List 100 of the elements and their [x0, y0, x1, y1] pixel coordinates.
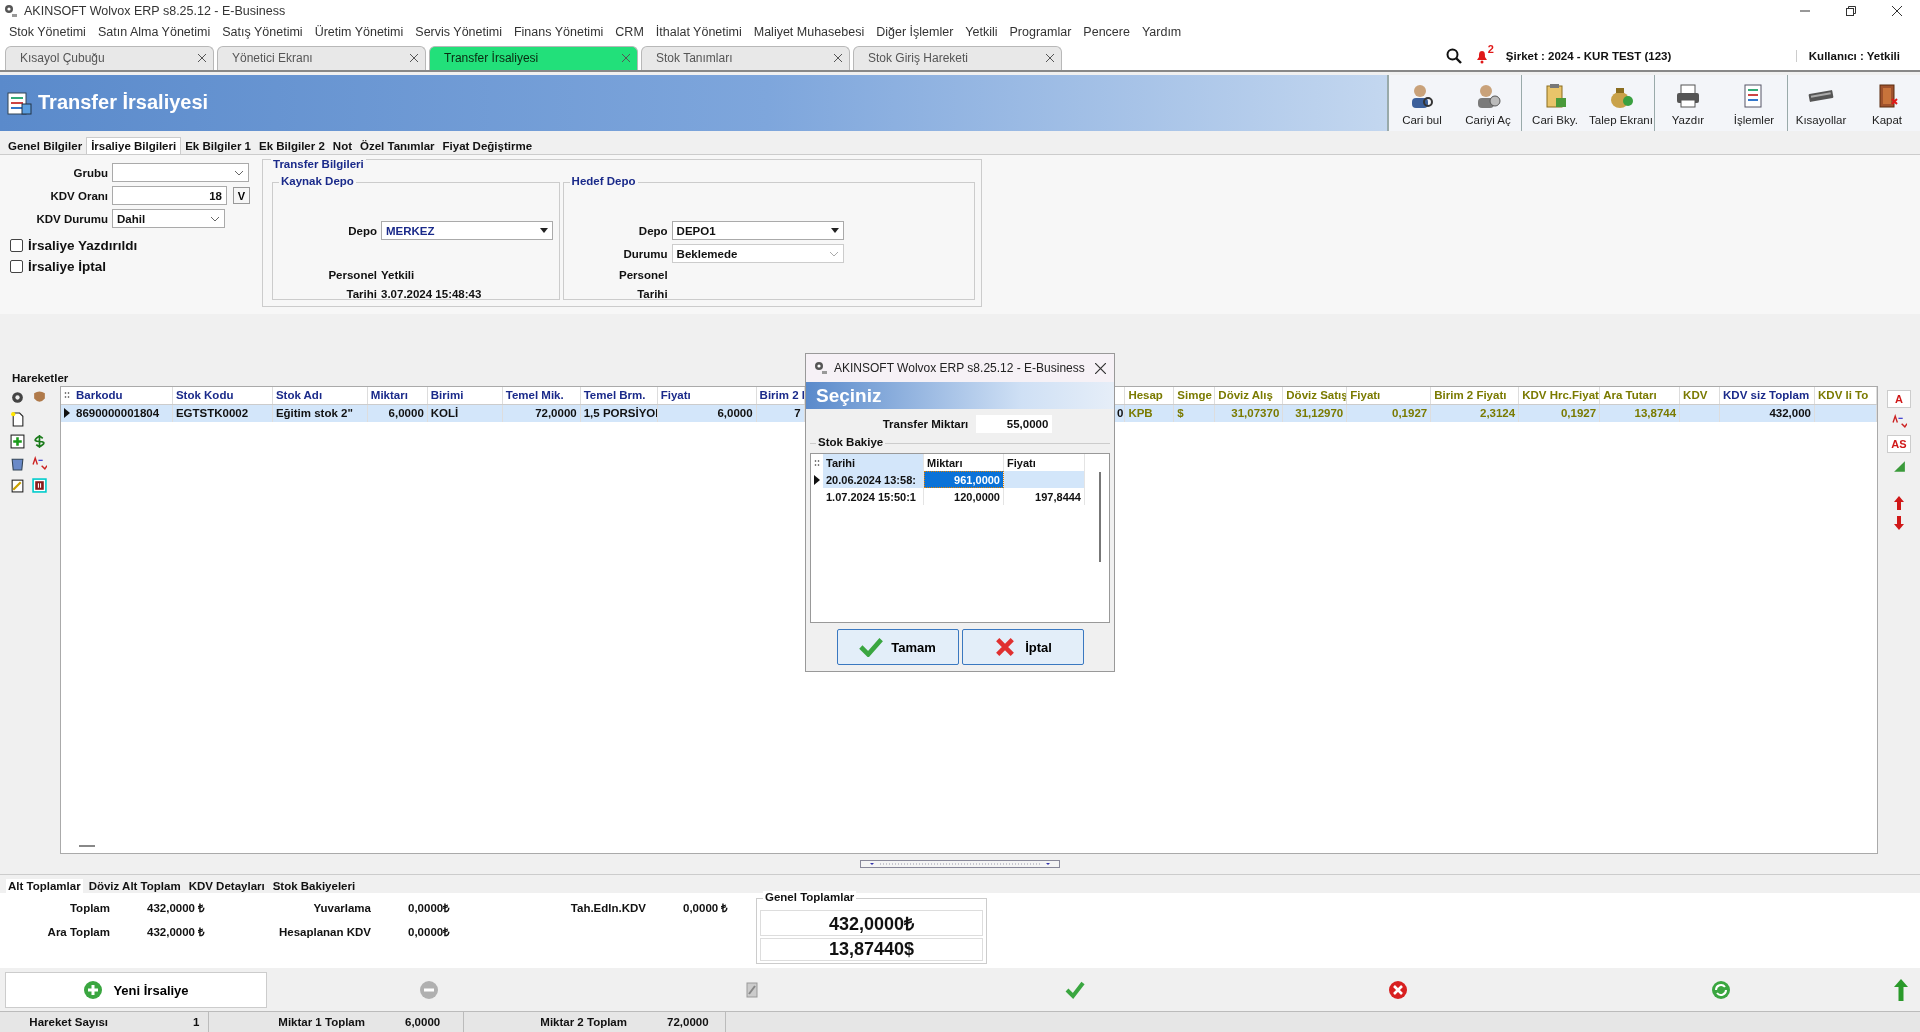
column-header[interactable]: Birimi: [427, 386, 503, 404]
cancel-button[interactable]: İptal: [961, 629, 1084, 665]
section-tab[interactable]: İrsaliye Bilgileri: [86, 137, 182, 155]
checkbox[interactable]: [10, 239, 23, 253]
column-header[interactable]: Ara Tutarı: [1600, 386, 1681, 404]
menu-item[interactable]: İthalat Yönetimi: [649, 24, 748, 41]
menu-item[interactable]: Satın Alma Yönetimi: [91, 24, 217, 41]
toolbar-button[interactable]: Kısayollar: [1787, 74, 1854, 131]
section-tab[interactable]: Not: [328, 138, 356, 155]
document-tab[interactable]: Stok Tanımları: [641, 45, 850, 70]
column-header[interactable]: Temel Mik.: [502, 386, 581, 404]
gear-icon[interactable]: [10, 389, 25, 405]
table-row[interactable]: 20.06.2024 13:58: 961,0000: [811, 471, 1109, 488]
check-icon[interactable]: [1064, 980, 1085, 1001]
amount-field[interactable]: 55,0000: [976, 415, 1053, 433]
ok-button[interactable]: Tamam: [836, 629, 959, 665]
pause-icon[interactable]: [32, 477, 47, 493]
close-icon[interactable]: [1892, 5, 1902, 16]
toolbar-button[interactable]: Kapat: [1854, 74, 1920, 131]
vat-status-dropdown[interactable]: Dahil: [112, 209, 225, 229]
totals-tab[interactable]: Alt Toplamlar: [6, 878, 83, 893]
menu-item[interactable]: Pencere: [1077, 24, 1136, 41]
depot-dropdown[interactable]: MERKEZ: [381, 221, 553, 241]
menu-item[interactable]: CRM: [609, 24, 650, 41]
menu-item[interactable]: Servis Yönetimi: [409, 24, 508, 41]
bell-icon[interactable]: [1475, 50, 1488, 65]
column-header[interactable]: KDV Hrc.Fiyat: [1519, 386, 1601, 404]
toolbar-button[interactable]: Yazdır: [1654, 74, 1721, 131]
scrollbar[interactable]: [1099, 472, 1101, 562]
section-tab[interactable]: Ek Bilgiler 1: [181, 138, 255, 155]
menu-item[interactable]: Finans Yönetimi: [507, 24, 610, 41]
menu-item[interactable]: Yetkili: [959, 24, 1004, 41]
totals-tab[interactable]: KDV Detayları: [186, 878, 267, 893]
document-tab[interactable]: Transfer İrsaliyesi: [429, 45, 638, 70]
column-header[interactable]: Birim 2 I: [756, 386, 805, 404]
close-icon[interactable]: [198, 54, 206, 63]
delete-icon[interactable]: [1387, 980, 1408, 1001]
menu-item[interactable]: Yardım: [1135, 24, 1188, 41]
menu-item[interactable]: Satış Yönetimi: [216, 24, 309, 41]
column-header[interactable]: Simge: [1174, 386, 1216, 404]
arrow-up-icon[interactable]: [1894, 495, 1904, 510]
toolbar-button[interactable]: Cariyi Aç: [1455, 74, 1521, 131]
column-header[interactable]: KDV siz Toplam: [1720, 386, 1815, 404]
new-document-icon[interactable]: [10, 411, 25, 427]
search-icon[interactable]: [1445, 48, 1462, 65]
vat-button[interactable]: V: [233, 187, 250, 205]
arrow-up-icon[interactable]: [1894, 979, 1908, 1002]
section-tab[interactable]: Özel Tanımlar: [356, 138, 439, 155]
vat-rate-field[interactable]: 18: [112, 186, 227, 206]
scroll-grip[interactable]: [79, 844, 95, 847]
section-tab[interactable]: Ek Bilgiler 2: [255, 138, 329, 155]
column-header[interactable]: Stok Adı: [272, 386, 368, 404]
toolbar-button[interactable]: Cari bul: [1389, 74, 1455, 131]
totals-tab[interactable]: Döviz Alt Toplam: [86, 878, 183, 893]
column-header[interactable]: Temel Brm.: [580, 386, 658, 404]
column-header[interactable]: Tarihi: [823, 454, 924, 471]
column-header[interactable]: Hesap: [1125, 386, 1175, 404]
table-row[interactable]: 1.07.2024 15:50:1 120,0000 197,8444: [811, 488, 1109, 505]
column-header[interactable]: KDV li To: [1815, 386, 1877, 404]
document-tab[interactable]: Kısayol Çubuğu: [5, 45, 214, 70]
checkbox[interactable]: [10, 260, 23, 274]
close-icon[interactable]: [410, 54, 418, 63]
document-tab[interactable]: Stok Giriş Hareketi: [853, 45, 1062, 70]
column-header[interactable]: Stok Kodu: [172, 386, 273, 404]
side-button[interactable]: A: [1887, 389, 1911, 408]
status-dropdown[interactable]: Beklemede: [671, 244, 844, 264]
edit-document-icon[interactable]: [10, 477, 25, 493]
side-button[interactable]: AS: [1887, 434, 1911, 453]
document-tab[interactable]: Yönetici Ekranı: [217, 45, 426, 70]
restore-icon[interactable]: [1846, 5, 1856, 16]
new-waybill-button[interactable]: Yeni İrsaliye: [5, 972, 267, 1009]
close-icon[interactable]: [1046, 54, 1054, 63]
column-header[interactable]: Miktarı: [367, 386, 428, 404]
column-header[interactable]: Döviz Alış: [1215, 386, 1284, 404]
column-header[interactable]: Döviz Satış: [1283, 386, 1348, 404]
refresh-icon[interactable]: [1710, 980, 1731, 1001]
toolbar-button[interactable]: Talep Ekranı: [1588, 74, 1654, 131]
column-header[interactable]: Birim 2 Fiyatı: [1431, 386, 1520, 404]
menu-item[interactable]: Diğer İşlemler: [870, 24, 960, 41]
menu-item[interactable]: Stok Yönetimi: [3, 24, 92, 41]
triangle-icon[interactable]: [1891, 458, 1907, 474]
spelling-icon[interactable]: [1891, 413, 1907, 429]
section-tab[interactable]: Fiyat Değiştirme: [438, 138, 537, 155]
toolbar-button[interactable]: İşlemler: [1721, 74, 1787, 131]
column-header[interactable]: Barkodu: [73, 386, 173, 404]
menu-item[interactable]: Üretim Yönetimi: [308, 24, 410, 41]
toolbar-button[interactable]: Cari Bky.: [1521, 74, 1588, 131]
section-tab[interactable]: Genel Bilgiler: [4, 138, 87, 155]
menu-item[interactable]: Programlar: [1003, 24, 1078, 41]
close-icon[interactable]: [834, 54, 842, 63]
depot-dropdown[interactable]: DEPO1: [671, 221, 844, 241]
splitter-handle[interactable]: [860, 859, 1060, 868]
spelling-icon[interactable]: [32, 455, 47, 471]
column-header[interactable]: Fiyatı: [657, 386, 757, 404]
arrow-down-icon[interactable]: [1894, 515, 1904, 530]
menu-item[interactable]: Maliyet Muhasebesi: [747, 24, 871, 41]
column-header[interactable]: KDV: [1680, 386, 1721, 404]
close-icon[interactable]: [1095, 362, 1106, 374]
column-header[interactable]: Fiyatı: [1347, 386, 1432, 404]
totals-tab[interactable]: Stok Bakiyeleri: [270, 878, 358, 893]
